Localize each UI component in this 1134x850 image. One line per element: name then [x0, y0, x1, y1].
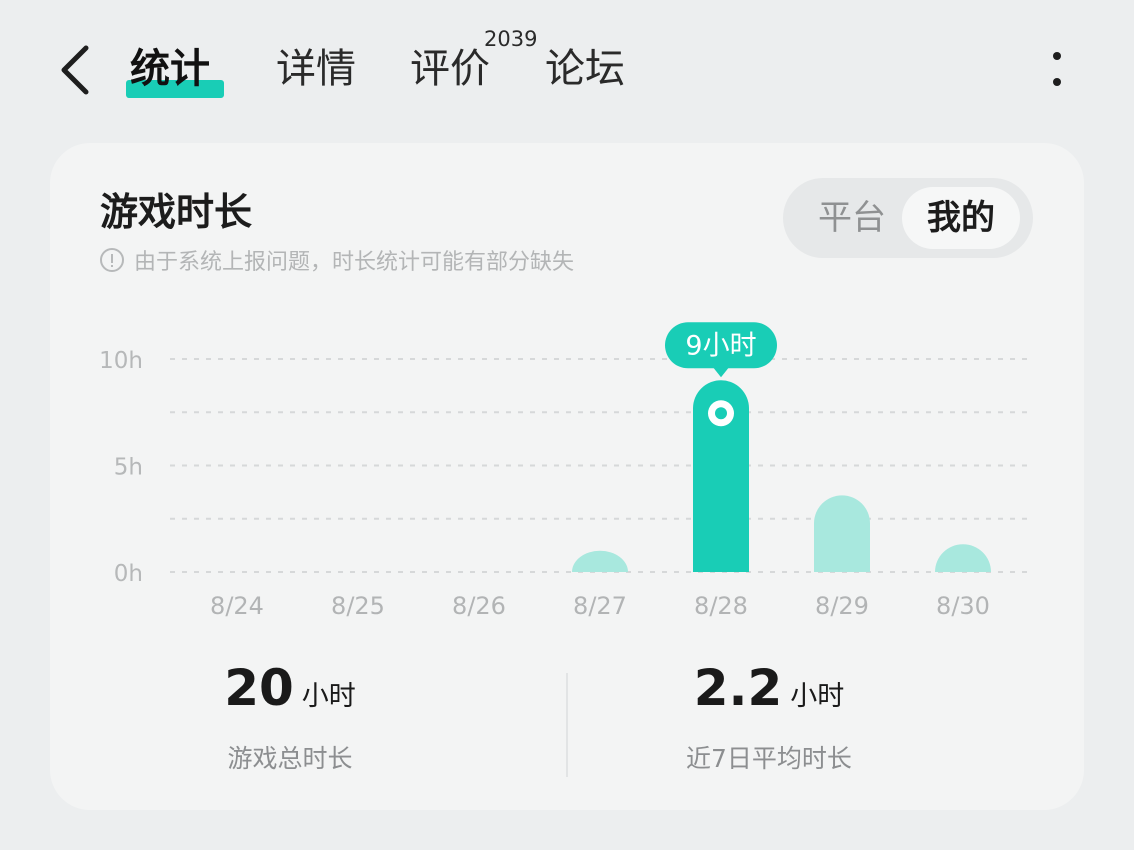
tab-reviews[interactable]: 评价 [410, 44, 490, 94]
tab-forum[interactable]: 论坛 [545, 44, 625, 94]
x-tick-label: 8/29 [815, 592, 869, 620]
total-playtime-label: 游戏总时长 [227, 744, 353, 773]
x-tick-label: 8/25 [331, 592, 385, 620]
x-tick-label: 8/27 [573, 592, 627, 620]
bar-8/29[interactable] [814, 495, 870, 572]
average-playtime-stat: 2.2 小时 近7日平均时长 [559, 659, 979, 775]
playtime-card: 游戏时长 由于系统上报问题，时长统计可能有部分缺失 平台 我的 0h 5h 10h … [50, 143, 1084, 810]
top-nav: 统计 详情 评价 2039 论坛 [0, 0, 1134, 140]
bar-8/27[interactable] [572, 550, 628, 572]
average-playtime-value: 2.2 [693, 659, 783, 717]
x-tick-label: 8/24 [210, 592, 264, 620]
y-tick-label: 0h [114, 561, 143, 587]
total-playtime-stat: 20 小时 游戏总时长 [80, 659, 500, 775]
tab-details[interactable]: 详情 [276, 44, 356, 94]
y-tick-label: 5h [114, 455, 143, 481]
selected-point-dot [715, 407, 727, 420]
tooltip-text: 9小时 [685, 330, 756, 361]
tab-bar: 统计 详情 评价 2039 论坛 [0, 0, 900, 140]
value-tooltip: 9小时 [665, 322, 777, 378]
tooltip-pointer [713, 367, 729, 378]
total-playtime-value: 20 [224, 659, 294, 717]
tab-stats[interactable]: 统计 [130, 44, 210, 94]
x-tick-label: 8/26 [452, 592, 506, 620]
total-playtime-unit: 小时 [301, 681, 356, 712]
x-tick-label: 8/28 [694, 592, 748, 620]
more-options-button[interactable] [1040, 46, 1076, 94]
reviews-count-badge: 2039 [484, 27, 538, 51]
x-tick-label: 8/30 [936, 592, 990, 620]
average-playtime-label: 近7日平均时长 [686, 744, 852, 773]
y-tick-label: 10h [99, 348, 143, 374]
average-playtime-unit: 小时 [790, 681, 845, 712]
bar-8/30[interactable] [935, 544, 991, 572]
